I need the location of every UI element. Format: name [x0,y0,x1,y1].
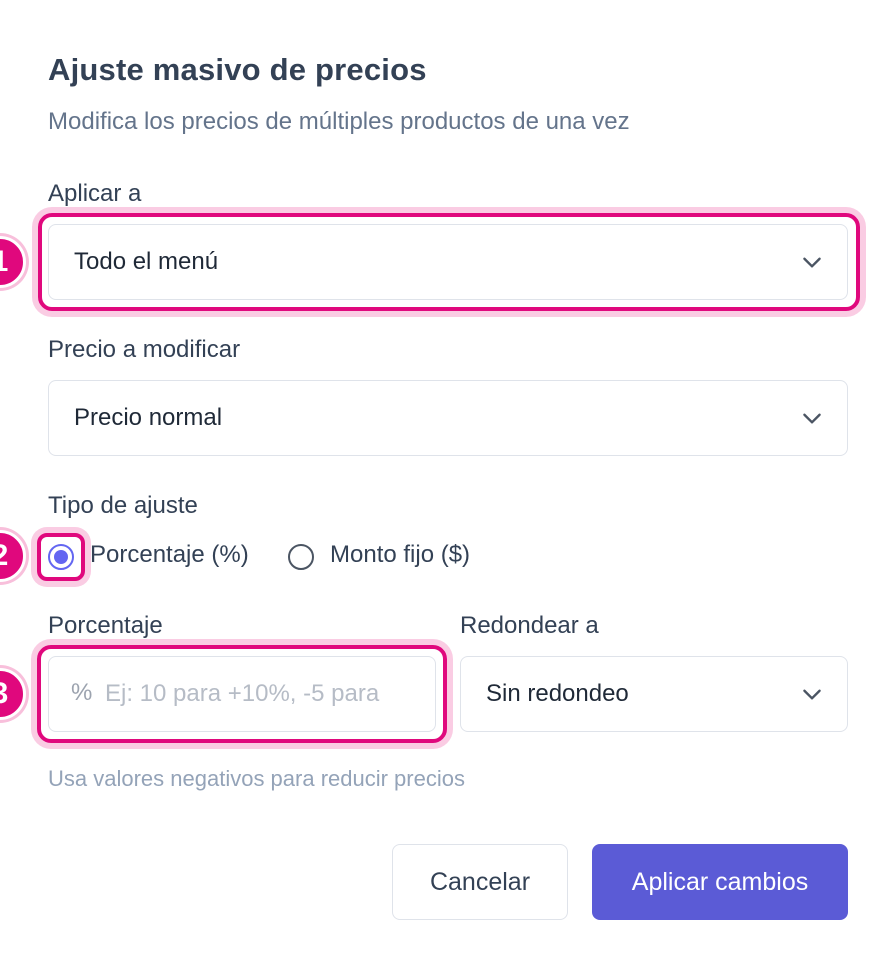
radio-fixed-amount[interactable] [288,544,314,570]
hint-text: Usa valores negativos para reducir preci… [48,766,465,791]
radio-percentage-label[interactable]: Porcentaje (%) [90,541,249,569]
apply-changes-button[interactable]: Aplicar cambios [592,844,848,920]
dialog-subtitle: Modifica los precios de múltiples produc… [48,108,630,135]
rounding-value: Sin redondeo [486,680,629,707]
annotation-marker-2: 2 [0,530,26,582]
dialog-title: Ajuste masivo de precios [48,52,427,87]
annotation-marker-3: 3 [0,668,26,720]
percent-prefix: % [71,679,93,706]
price-field-value: Precio normal [74,404,223,431]
radio-percentage[interactable] [48,544,74,570]
percentage-input[interactable] [105,675,381,713]
rounding-label: Redondear a [460,612,599,639]
apply-to-select[interactable]: Todo el menú [48,224,848,300]
cancel-button[interactable]: Cancelar [392,844,568,920]
chevron-down-icon [803,413,821,424]
annotation-marker-1: 1 [0,236,26,288]
price-field-select[interactable]: Precio normal [48,380,848,456]
apply-to-value: Todo el menú [74,248,219,275]
chevron-down-icon [803,257,821,268]
bulk-price-adjust-dialog: Ajuste masivo de precios Modifica los pr… [0,0,896,968]
chevron-down-icon [803,689,821,700]
apply-to-label: Aplicar a [48,180,142,207]
percentage-input-wrapper: % [48,656,436,732]
price-field-label: Precio a modificar [48,336,241,363]
percentage-label: Porcentaje [48,612,163,639]
radio-fixed-amount-label[interactable]: Monto fijo ($) [330,541,470,569]
rounding-select[interactable]: Sin redondeo [460,656,848,732]
adjust-type-label: Tipo de ajuste [48,492,198,519]
